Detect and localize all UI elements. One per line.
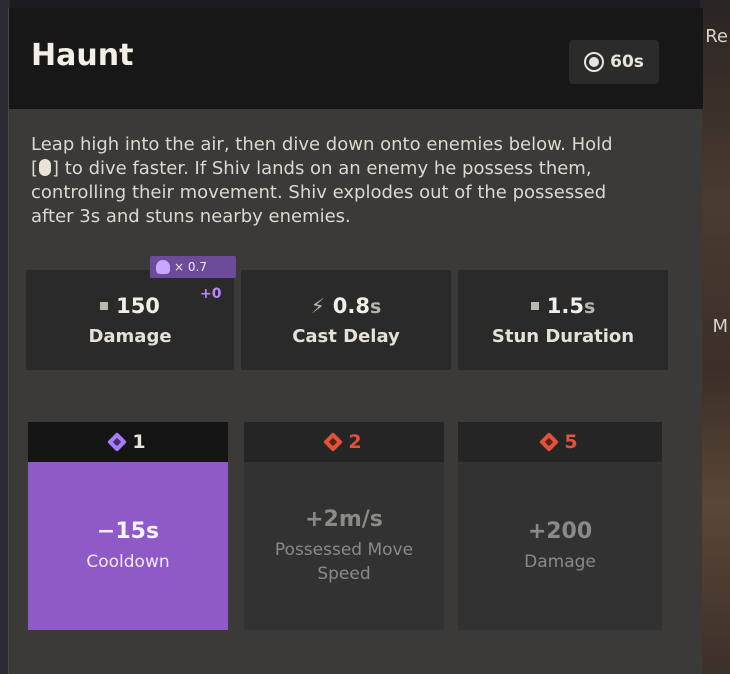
upgrade-label: Possessed Move Speed (275, 538, 413, 586)
ability-point-icon (539, 432, 560, 452)
upgrade-label-line: Speed (317, 563, 371, 584)
stat-stun-value-row: 1.5s (530, 293, 596, 318)
tooltip-header: Haunt 60s (9, 8, 703, 109)
stat-stun-duration: 1.5s Stun Duration (458, 270, 668, 370)
upgrade-value: −15s (96, 518, 160, 544)
upgrade-body: +2m/s Possessed Move Speed (244, 462, 444, 630)
upgrade-tier: 1 (132, 431, 146, 453)
scaling-multiplier: × 0.7 (174, 260, 207, 274)
stat-stun-label: Stun Duration (491, 325, 635, 347)
damage-square-icon (100, 301, 109, 310)
upgrade-header: 2 (244, 422, 444, 462)
mouse-icon (39, 159, 52, 176)
ability-point-icon (323, 432, 344, 452)
ability-name: Haunt (31, 38, 134, 73)
bolt-icon: ⚡ (310, 293, 325, 318)
cooldown-badge: 60s (569, 40, 659, 84)
background-text: M (712, 316, 728, 337)
upgrade-header: 5 (458, 422, 662, 462)
upgrade-header: 1 (28, 422, 228, 462)
bracket-open: [ (31, 158, 39, 179)
upgrade-label: Cooldown (86, 551, 170, 572)
upgrade-value: +2m/s (305, 506, 383, 532)
description-line: Leap high into the air, then dive down o… (31, 134, 613, 155)
upgrade-tier-3[interactable]: 5 +200 Damage (458, 422, 662, 630)
ability-upgrades: 1 −15s Cooldown 2 +2m/s Possessed Move S… (28, 422, 668, 630)
stat-cast-delay-label: Cast Delay (292, 325, 400, 347)
cooldown-value: 60s (610, 52, 644, 72)
ability-description: Leap high into the air, then dive down o… (31, 133, 681, 229)
stat-damage-value: 150 (116, 293, 160, 318)
upgrade-label-line: Possessed Move (274, 539, 414, 560)
stat-cast-delay-value: 0.8 (332, 293, 370, 318)
stat-damage: 150 Damage (26, 270, 234, 370)
description-line-text: ] to dive faster. If Shiv lands on an en… (52, 158, 592, 179)
stat-unit: s (583, 295, 596, 318)
upgrade-body: −15s Cooldown (28, 462, 228, 630)
upgrade-tier: 5 (564, 431, 578, 453)
background-text: Re (705, 26, 728, 47)
background-right (700, 0, 730, 674)
ability-point-icon (107, 432, 128, 452)
description-line: controlling their movement. Shiv explode… (31, 182, 607, 203)
upgrade-body: +200 Damage (458, 462, 662, 630)
stat-stun-value: 1.5 (546, 293, 584, 318)
upgrade-tier: 2 (348, 431, 362, 453)
upgrade-tier-1[interactable]: 1 −15s Cooldown (28, 422, 228, 630)
spirit-skull-icon (156, 260, 170, 274)
upgrade-tier-2[interactable]: 2 +2m/s Possessed Move Speed (244, 422, 444, 630)
stat-unit: s (369, 295, 382, 318)
stat-cast-delay: ⚡ 0.8s Cast Delay (241, 270, 451, 370)
duration-square-icon (530, 301, 539, 310)
spirit-scaling-badge: × 0.7 (150, 256, 236, 278)
stat-damage-value-row: 150 (100, 294, 160, 318)
scaling-bonus: +0 (200, 286, 222, 302)
description-line: [ ] to dive faster. If Shiv lands on an e… (31, 157, 681, 181)
ability-stats: 150 Damage ⚡ 0.8s Cast Delay 1.5s Stun D… (26, 270, 668, 370)
upgrade-value: +200 (527, 518, 593, 544)
upgrade-label: Damage (524, 551, 596, 572)
stat-damage-label: Damage (88, 325, 172, 347)
cooldown-icon (584, 52, 605, 72)
description-line: after 3s and stuns nearby enemies. (31, 206, 351, 227)
stat-cast-delay-value-row: ⚡ 0.8s (311, 294, 382, 318)
